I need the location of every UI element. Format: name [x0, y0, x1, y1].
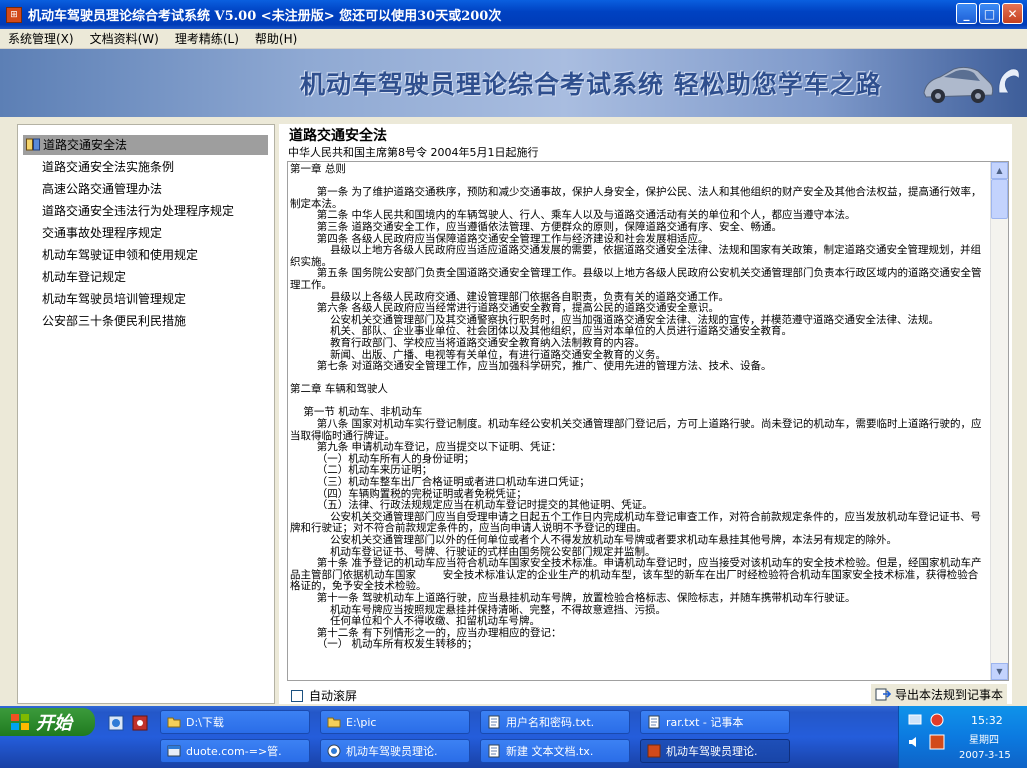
nav-item-road-traffic-safety-law[interactable]: 道路交通安全法 [23, 135, 268, 155]
menu-bar: 系统管理(X) 文档资料(W) 理考精练(L) 帮助(H) [0, 29, 1027, 49]
task-folder-pic[interactable]: E:\pic [320, 710, 470, 734]
law-text: 第一章 总则 第一条 为了维护道路交通秩序，预防和减少交通事故，保护人身安全，保… [290, 163, 982, 651]
folder-icon [327, 717, 341, 728]
minimize-button[interactable]: _ [956, 3, 977, 24]
document-title: 道路交通安全法 [289, 128, 387, 144]
folder-icon [167, 717, 181, 728]
notepad-icon [488, 744, 500, 758]
menu-system[interactable]: 系统管理(X) [0, 30, 82, 47]
autoscroll-option[interactable]: 自动滚屏 [291, 687, 357, 704]
notepad-icon [648, 715, 660, 729]
quicklaunch-app-icon[interactable] [132, 715, 148, 731]
browser-icon [167, 745, 181, 757]
law-content-panel: 道路交通安全法 中华人民共和国主席第8号令 2004年5月1日起施行 第一章 总… [279, 124, 1012, 704]
windows-logo-icon [11, 714, 29, 730]
maximize-button[interactable]: □ [979, 3, 1000, 24]
nav-item-violation-procedure[interactable]: 道路交通安全违法行为处理程序规定 [42, 201, 234, 221]
app-window-icon [327, 744, 341, 758]
task-app-exam-1[interactable]: 机动车驾驶员理论. [320, 739, 470, 763]
task-label: 新建 文本文档.tx. [506, 745, 594, 758]
export-label: 导出本法规到记事本 [895, 687, 1004, 702]
nav-item-label: 道路交通安全法 [43, 138, 128, 152]
menu-help[interactable]: 帮助(H) [247, 30, 305, 47]
export-icon [875, 688, 891, 701]
nav-item-accident-procedure[interactable]: 交通事故处理程序规定 [42, 223, 162, 243]
antivirus-icon[interactable] [929, 712, 945, 728]
nav-item-thirty-measures[interactable]: 公安部三十条便民利民措施 [42, 311, 186, 331]
autoscroll-checkbox[interactable] [291, 689, 303, 702]
vertical-scrollbar[interactable]: ▲ ▼ [990, 162, 1008, 680]
nav-item-registration-regulations[interactable]: 机动车登记规定 [42, 267, 126, 287]
brand-logo-icon [998, 68, 1020, 94]
scroll-thumb[interactable] [991, 179, 1008, 219]
scroll-down-icon[interactable]: ▼ [991, 663, 1008, 680]
close-button[interactable]: ✕ [1002, 3, 1023, 24]
nav-item-training-regulations[interactable]: 机动车驾驶员培训管理规定 [42, 289, 186, 309]
clock-time[interactable]: 15:32 [971, 714, 1003, 727]
task-label: 机动车驾驶员理论. [346, 745, 438, 758]
window-title: 机动车驾驶员理论综合考试系统 V5.00 <未注册版> 您还可以使用30天或20… [28, 9, 502, 24]
task-text-passwords[interactable]: 用户名和密码.txt. [480, 710, 630, 734]
window-controls: _ □ ✕ [956, 3, 1023, 24]
input-method-icon[interactable] [929, 734, 945, 750]
task-label: 机动车驾驶员理论. [666, 745, 758, 758]
document-subtitle: 中华人民共和国主席第8号令 2004年5月1日起施行 [288, 146, 539, 159]
book-icon [26, 138, 40, 151]
window-titlebar[interactable]: ⊞ 机动车驾驶员理论综合考试系统 V5.00 <未注册版> 您还可以使用30天或… [0, 0, 1027, 29]
system-tray: 15:32 星期四 2007-3-15 [898, 706, 1027, 768]
menu-practice[interactable]: 理考精练(L) [167, 30, 247, 47]
task-folder-downloads[interactable]: D:\下载 [160, 710, 310, 734]
law-text-area[interactable]: 第一章 总则 第一条 为了维护道路交通秩序，预防和减少交通事故，保护人身安全，保… [287, 161, 1009, 681]
start-label: 开始 [36, 713, 72, 734]
notepad-icon [488, 715, 500, 729]
app-icon [647, 744, 661, 758]
task-browser-duote[interactable]: duote.com-=>管. [160, 739, 310, 763]
scroll-up-icon[interactable]: ▲ [991, 162, 1008, 179]
volume-icon[interactable] [907, 734, 923, 750]
task-label: duote.com-=>管. [186, 745, 282, 758]
nav-item-implementing-regulations[interactable]: 道路交通安全法实施条例 [42, 157, 174, 177]
nav-item-license-regulations[interactable]: 机动车驾驶证申领和使用规定 [42, 245, 198, 265]
banner-slogan: 机动车驾驶员理论综合考试系统 轻松助您学车之路 [300, 70, 882, 99]
task-label: 用户名和密码.txt. [506, 716, 595, 729]
task-app-exam-active[interactable]: 机动车驾驶员理论. [640, 739, 790, 763]
clock-date: 2007-3-15 [959, 750, 1011, 761]
law-list-panel: 道路交通安全法 道路交通安全法实施条例 高速公路交通管理办法 道路交通安全违法行… [17, 124, 275, 704]
quicklaunch-icon[interactable] [108, 715, 124, 731]
clock-day: 星期四 [969, 735, 999, 746]
app-icon: ⊞ [6, 6, 22, 23]
autoscroll-label: 自动滚屏 [309, 689, 358, 703]
task-notepad-rar[interactable]: rar.txt - 记事本 [640, 710, 790, 734]
taskbar: 开始 D:\下载 E:\pic 用户名和密码.txt. rar.txt - 记事… [0, 706, 1027, 768]
car-icon [923, 66, 994, 103]
task-label: D:\下载 [186, 716, 224, 729]
network-icon[interactable] [907, 712, 923, 728]
task-label: rar.txt - 记事本 [666, 716, 744, 729]
menu-documents[interactable]: 文档资料(W) [82, 30, 167, 47]
nav-item-expressway-management[interactable]: 高速公路交通管理办法 [42, 179, 162, 199]
header-banner: 机动车驾驶员理论综合考试系统 轻松助您学车之路 [0, 49, 1027, 117]
start-button[interactable]: 开始 [0, 708, 95, 736]
task-new-text-doc[interactable]: 新建 文本文档.tx. [480, 739, 630, 763]
export-to-notepad-button[interactable]: 导出本法规到记事本 [871, 684, 1008, 704]
task-label: E:\pic [346, 715, 377, 729]
